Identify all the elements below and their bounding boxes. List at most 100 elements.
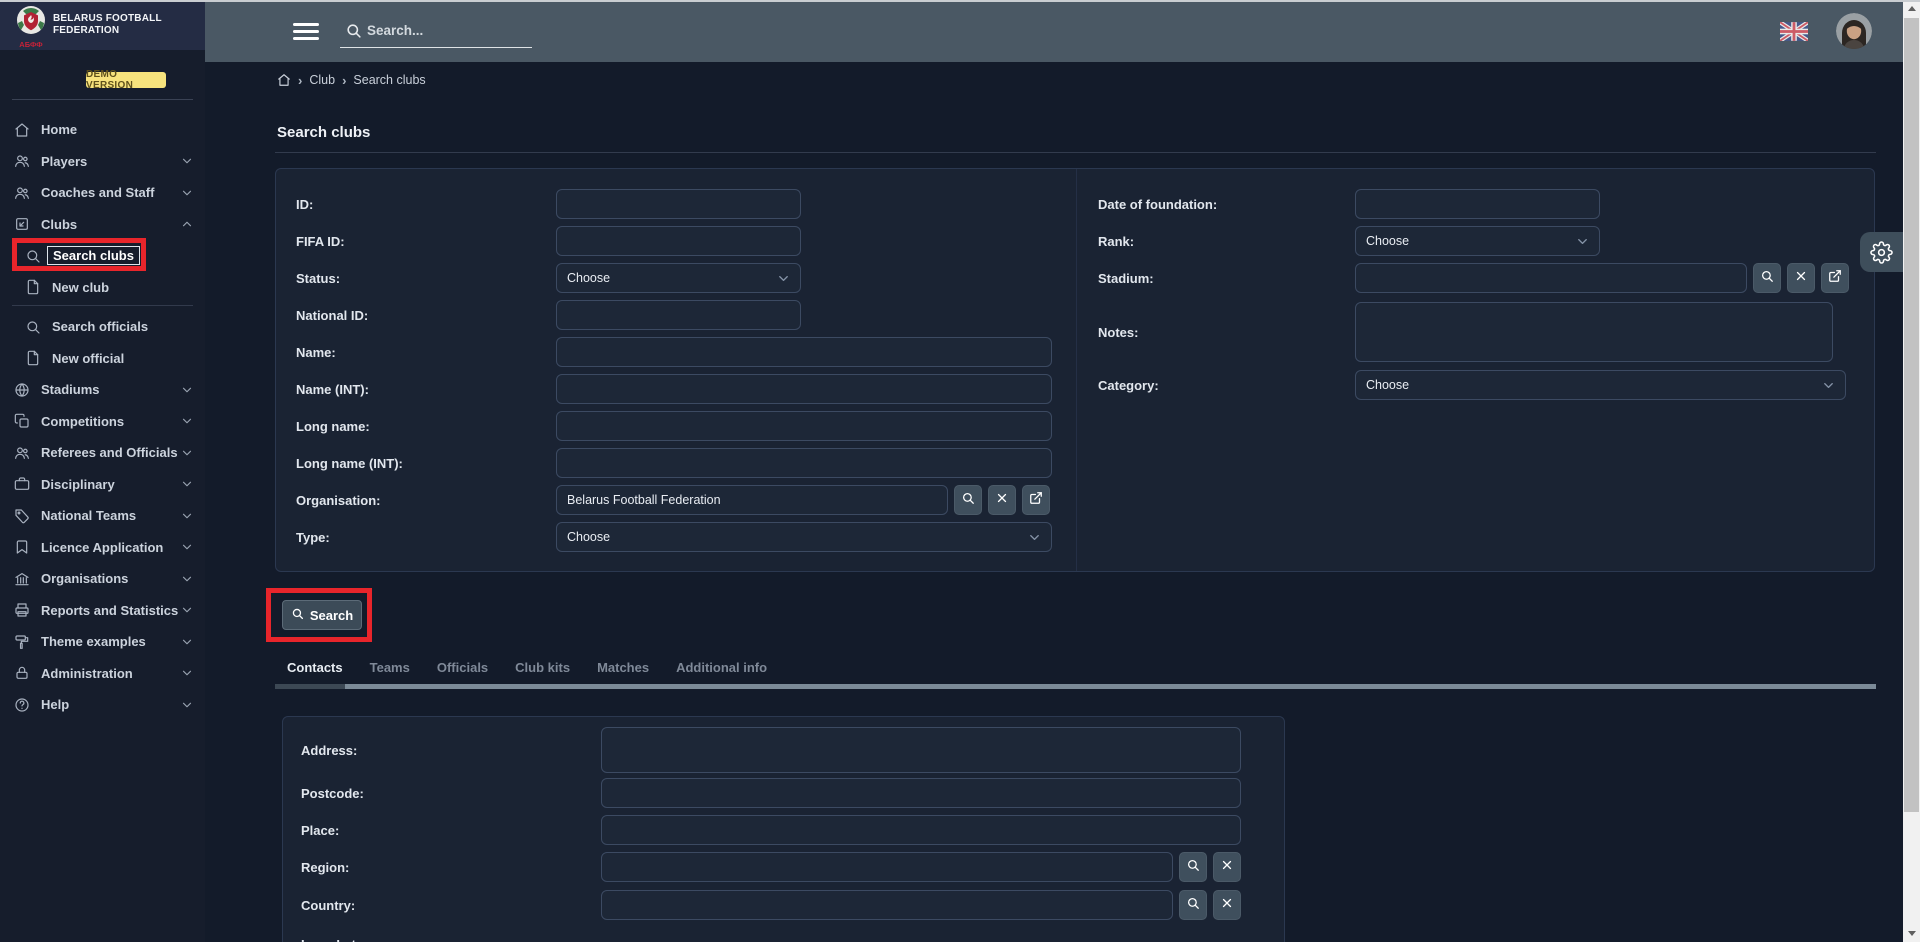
tab-underline <box>275 684 1876 689</box>
settings-button[interactable] <box>1860 232 1903 272</box>
menu-toggle-button[interactable] <box>293 23 319 40</box>
window-top-strip <box>0 0 1920 2</box>
sidebar-item-stadiums[interactable]: Stadiums <box>0 374 205 406</box>
contacts-region-clear-button[interactable] <box>1213 852 1241 882</box>
sidebar-item-referees-and-officials[interactable]: Referees and Officials <box>0 437 205 469</box>
field-name-input[interactable] <box>556 337 1052 367</box>
contacts-region-search-button[interactable] <box>1179 852 1207 882</box>
field-stadium-input[interactable] <box>1355 263 1747 293</box>
open-icon <box>1029 491 1043 510</box>
field-national-id-input[interactable] <box>556 300 801 330</box>
contacts-long-lat-label: Long Lat: <box>301 929 360 942</box>
field-value: Belarus Football Federation <box>567 493 721 507</box>
tab-club-kits[interactable]: Club kits <box>515 660 570 675</box>
sidebar-item-clubs[interactable]: Clubs <box>0 209 205 241</box>
field-stadium-clear-button[interactable] <box>1787 263 1815 293</box>
users-icon <box>14 153 31 170</box>
sidebar-item-players[interactable]: Players <box>0 146 205 178</box>
chevron-down-icon <box>1575 234 1590 249</box>
field-stadium-search-button[interactable] <box>1753 263 1781 293</box>
sidebar-item-reports-and-statistics[interactable]: Reports and Statistics <box>0 595 205 627</box>
field-type-label: Type: <box>296 522 330 552</box>
contacts-place-input[interactable] <box>601 815 1241 845</box>
scroll-down-button[interactable] <box>1903 925 1920 942</box>
sidebar-item-new-club[interactable]: New club <box>0 272 205 304</box>
home-icon <box>14 121 31 138</box>
sidebar-item-disciplinary[interactable]: Disciplinary <box>0 469 205 501</box>
tab-additional-info[interactable]: Additional info <box>676 660 767 675</box>
global-search-input[interactable]: Search... <box>340 18 532 48</box>
field-status-select[interactable]: Choose <box>556 263 801 293</box>
tab-bar: Contacts Teams Officials Club kits Matches Ad… <box>287 660 767 675</box>
scrollbar-thumb[interactable] <box>1904 18 1919 812</box>
search-icon <box>1186 858 1200 877</box>
federation-crest-icon: АБФФ <box>10 3 52 49</box>
search-icon <box>25 318 42 335</box>
contacts-country-search-button[interactable] <box>1179 890 1207 920</box>
contacts-tab-panel: Address:Postcode:Place:Region:Country:Lo… <box>282 716 1285 942</box>
sidebar-item-organisations[interactable]: Organisations <box>0 563 205 595</box>
breadcrumb-club[interactable]: Club <box>309 73 335 87</box>
sidebar-item-new-official[interactable]: New official <box>0 343 205 375</box>
sidebar-item-theme-examples[interactable]: Theme examples <box>0 626 205 658</box>
tab-officials[interactable]: Officials <box>437 660 488 675</box>
club-icon <box>14 216 31 233</box>
field-stadium-open-button[interactable] <box>1821 263 1849 293</box>
field-long-name-input[interactable] <box>556 411 1052 441</box>
contacts-country-clear-button[interactable] <box>1213 890 1241 920</box>
sidebar-item-label: New official <box>52 351 124 366</box>
vertical-scrollbar[interactable] <box>1903 0 1920 942</box>
sidebar-item-coaches-and-staff[interactable]: Coaches and Staff <box>0 177 205 209</box>
field-organisation-input[interactable]: Belarus Football Federation <box>556 485 948 515</box>
sidebar-item-search-officials[interactable]: Search officials <box>0 311 205 343</box>
close-icon <box>1794 269 1808 288</box>
home-icon[interactable] <box>277 73 291 87</box>
active-tab-indicator <box>275 684 345 689</box>
field-type-select[interactable]: Choose <box>556 522 1052 552</box>
sidebar-item-competitions[interactable]: Competitions <box>0 406 205 438</box>
tab-matches[interactable]: Matches <box>597 660 649 675</box>
chevron-down-icon <box>1027 530 1042 545</box>
field-organisation-open-button[interactable] <box>1022 485 1050 515</box>
field-date-of-foundation-input[interactable] <box>1355 189 1600 219</box>
search-button[interactable]: Search <box>282 600 362 630</box>
tab-contacts[interactable]: Contacts <box>287 660 343 675</box>
sidebar-item-licence-application[interactable]: Licence Application <box>0 532 205 564</box>
sidebar-item-administration[interactable]: Administration <box>0 658 205 690</box>
field-category-select[interactable]: Choose <box>1355 370 1846 400</box>
field-id-input[interactable] <box>556 189 801 219</box>
paint-roller-icon <box>14 633 31 650</box>
contacts-region-input[interactable] <box>601 852 1173 882</box>
contacts-address-textarea[interactable] <box>601 727 1241 773</box>
field-id-label: ID: <box>296 189 313 219</box>
field-organisation-search-button[interactable] <box>954 485 982 515</box>
field-status-label: Status: <box>296 263 340 293</box>
user-avatar[interactable] <box>1836 13 1872 49</box>
chevron-down-icon <box>180 572 194 586</box>
field-fifa-id-input[interactable] <box>556 226 801 256</box>
field-notes-label: Notes: <box>1098 302 1138 362</box>
sidebar-item-help[interactable]: Help <box>0 689 205 721</box>
sidebar-item-search-clubs[interactable]: Search clubs <box>0 240 205 272</box>
close-icon <box>1220 896 1234 915</box>
field-rank-select[interactable]: Choose <box>1355 226 1600 256</box>
field-notes-textarea[interactable] <box>1355 302 1833 362</box>
breadcrumb-search-clubs[interactable]: Search clubs <box>353 73 425 87</box>
chevron-down-icon <box>180 414 194 428</box>
form-column-divider <box>1076 169 1077 571</box>
sidebar-item-label: Referees and Officials <box>41 445 178 460</box>
copy-icon <box>14 413 31 430</box>
chevron-down-icon <box>180 186 194 200</box>
scroll-up-button[interactable] <box>1903 0 1920 17</box>
breadcrumb-separator: › <box>342 73 346 88</box>
field-organisation-clear-button[interactable] <box>988 485 1016 515</box>
sidebar-item-national-teams[interactable]: National Teams <box>0 500 205 532</box>
chevron-down-icon <box>776 271 791 286</box>
sidebar-item-home[interactable]: Home <box>0 114 205 146</box>
field-name-int-input[interactable] <box>556 374 1052 404</box>
contacts-country-input[interactable] <box>601 890 1173 920</box>
contacts-postcode-input[interactable] <box>601 778 1241 808</box>
language-flag-icon[interactable] <box>1780 22 1808 41</box>
tab-teams[interactable]: Teams <box>370 660 410 675</box>
field-long-name-int-input[interactable] <box>556 448 1052 478</box>
